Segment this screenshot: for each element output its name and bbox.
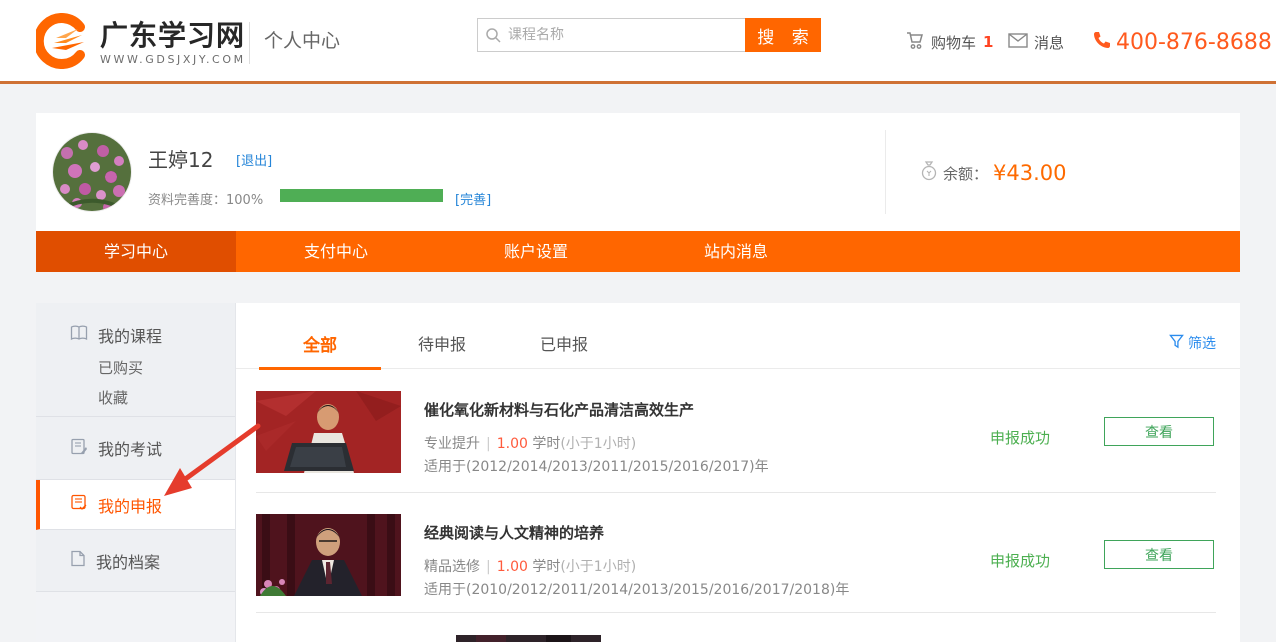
course-applicable-years: 适用于(2012/2014/2013/2011/2015/2016/2017)年 <box>424 456 769 476</box>
cart-label: 购物车 <box>931 32 976 53</box>
course-hours: 1.00 <box>497 436 528 452</box>
sidebar-item-my-exams[interactable]: 我的考试 <box>36 431 162 465</box>
tab-declared[interactable]: 已申报 <box>503 303 625 369</box>
phone-icon <box>1092 30 1112 54</box>
sidebar-item-label: 我的档案 <box>96 549 160 573</box>
declaration-content: 全部 待申报 已申报 筛选 <box>236 303 1240 642</box>
book-icon <box>70 325 88 345</box>
search-bar: 搜 索 <box>477 18 821 52</box>
course-category: 精品选修 <box>424 559 480 575</box>
header-divider <box>249 22 250 64</box>
avatar[interactable] <box>52 132 132 212</box>
course-hours: 1.00 <box>497 559 528 575</box>
card-divider <box>885 130 886 214</box>
logo-title: 广东学习网 <box>100 20 246 52</box>
course-meta: 专业提升|1.00 学时(小于1小时) <box>424 433 636 453</box>
money-bag-icon <box>920 161 938 185</box>
messages-label: 消息 <box>1034 32 1064 53</box>
profile-progress-bar <box>280 189 443 202</box>
sidebar-item-my-archives[interactable]: 我的档案 <box>36 544 160 578</box>
tab-pending[interactable]: 待申报 <box>381 303 503 369</box>
content-tabs: 全部 待申报 已申报 筛选 <box>236 303 1240 369</box>
course-title[interactable]: 经典阅读与人文精神的培养 <box>424 522 604 543</box>
course-row: 催化氧化新材料与石化产品清洁高效生产 专业提升|1.00 学时(小于1小时) 适… <box>236 389 1240 492</box>
main-panel: 我的课程 已购买 收藏 我的考试 我的申报 <box>36 303 1240 642</box>
sidebar-item-label: 我的课程 <box>98 323 162 347</box>
messages-link[interactable]: 消息 <box>1008 0 1064 84</box>
profile-completeness-label: 资料完善度：100% <box>148 189 263 208</box>
primary-nav: 学习中心 支付中心 账户设置 站内消息 <box>36 231 1240 272</box>
cart-link[interactable]: 购物车 1 <box>905 0 993 84</box>
nav-tab-site-messages[interactable]: 站内消息 <box>636 231 836 272</box>
sidebar-item-label: 我的申报 <box>98 493 162 517</box>
archive-file-icon <box>70 550 86 571</box>
search-input[interactable] <box>477 18 745 52</box>
course-thumbnail[interactable] <box>256 514 401 596</box>
sidebar-item-purchased[interactable]: 已购买 <box>36 352 235 382</box>
course-applicable-years: 适用于(2010/2012/2011/2014/2013/2015/2016/2… <box>424 579 849 599</box>
tab-all[interactable]: 全部 <box>259 303 381 369</box>
declaration-status: 申报成功 <box>990 550 1050 571</box>
view-button[interactable]: 查看 <box>1104 417 1214 446</box>
nav-tab-learning-center[interactable]: 学习中心 <box>36 231 236 272</box>
logout-link[interactable]: [退出] <box>236 150 272 169</box>
course-thumbnail[interactable] <box>256 391 401 473</box>
page: 广东学习网 WWW.GDSJXJY.COM 个人中心 搜 索 购物车 1 <box>0 0 1276 642</box>
cart-icon <box>905 31 925 54</box>
declaration-list-icon <box>70 494 88 515</box>
course-thumbnail[interactable] <box>456 632 601 642</box>
sidebar-item-label: 我的考试 <box>98 436 162 460</box>
balance-amount: ¥43.00 <box>993 161 1066 185</box>
sidebar: 我的课程 已购买 收藏 我的考试 我的申报 <box>36 303 236 642</box>
course-meta: 精品选修|1.00 学时(小于1小时) <box>424 556 636 576</box>
user-name: 王婷12 <box>148 144 213 173</box>
sidebar-item-my-courses[interactable]: 我的课程 <box>36 318 235 352</box>
cart-count-badge: 1 <box>983 33 993 51</box>
course-title[interactable]: 催化氧化新材料与石化产品清洁高效生产 <box>424 399 694 420</box>
logo-icon <box>36 13 92 73</box>
search-button[interactable]: 搜 索 <box>745 18 821 52</box>
course-category: 专业提升 <box>424 436 480 452</box>
filter-label: 筛选 <box>1188 333 1216 353</box>
row-divider <box>256 612 1216 613</box>
course-hours-unit: 学时 <box>532 559 560 575</box>
course-hours-note: (小于1小时) <box>560 559 636 575</box>
view-button[interactable]: 查看 <box>1104 540 1214 569</box>
sidebar-item-favorites[interactable]: 收藏 <box>36 382 235 412</box>
balance-label: 余额： <box>943 163 988 184</box>
envelope-icon <box>1008 33 1028 52</box>
course-hours-unit: 学时 <box>532 436 560 452</box>
hotline: 400-876-8688 <box>1092 0 1272 84</box>
site-logo[interactable]: 广东学习网 WWW.GDSJXJY.COM <box>36 13 246 73</box>
page-title: 个人中心 <box>264 26 340 53</box>
nav-tab-account-settings[interactable]: 账户设置 <box>436 231 636 272</box>
nav-tab-payment-center[interactable]: 支付中心 <box>236 231 436 272</box>
funnel-icon <box>1169 334 1184 353</box>
row-divider <box>256 492 1216 493</box>
filter-button[interactable]: 筛选 <box>1169 333 1216 353</box>
improve-profile-link[interactable]: [完善] <box>455 189 491 208</box>
user-info-card: 王婷12 [退出] 资料完善度：100% [完善] 余额： ¥43.00 <box>36 113 1240 231</box>
exam-paper-icon <box>70 438 88 459</box>
declaration-status: 申报成功 <box>990 427 1050 448</box>
sidebar-item-my-declarations[interactable]: 我的申报 <box>36 480 235 530</box>
profile-progress-fill <box>280 189 443 202</box>
site-header: 广东学习网 WWW.GDSJXJY.COM 个人中心 搜 索 购物车 1 <box>0 0 1276 84</box>
course-row: 经典阅读与人文精神的培养 精品选修|1.00 学时(小于1小时) 适用于(201… <box>236 512 1240 615</box>
course-hours-note: (小于1小时) <box>560 436 636 452</box>
search-icon <box>485 27 501 47</box>
phone-number: 400-876-8688 <box>1116 30 1272 55</box>
logo-subtitle: WWW.GDSJXJY.COM <box>100 53 246 66</box>
sidebar-footer-area <box>36 592 235 642</box>
balance: 余额： ¥43.00 <box>920 161 1067 185</box>
